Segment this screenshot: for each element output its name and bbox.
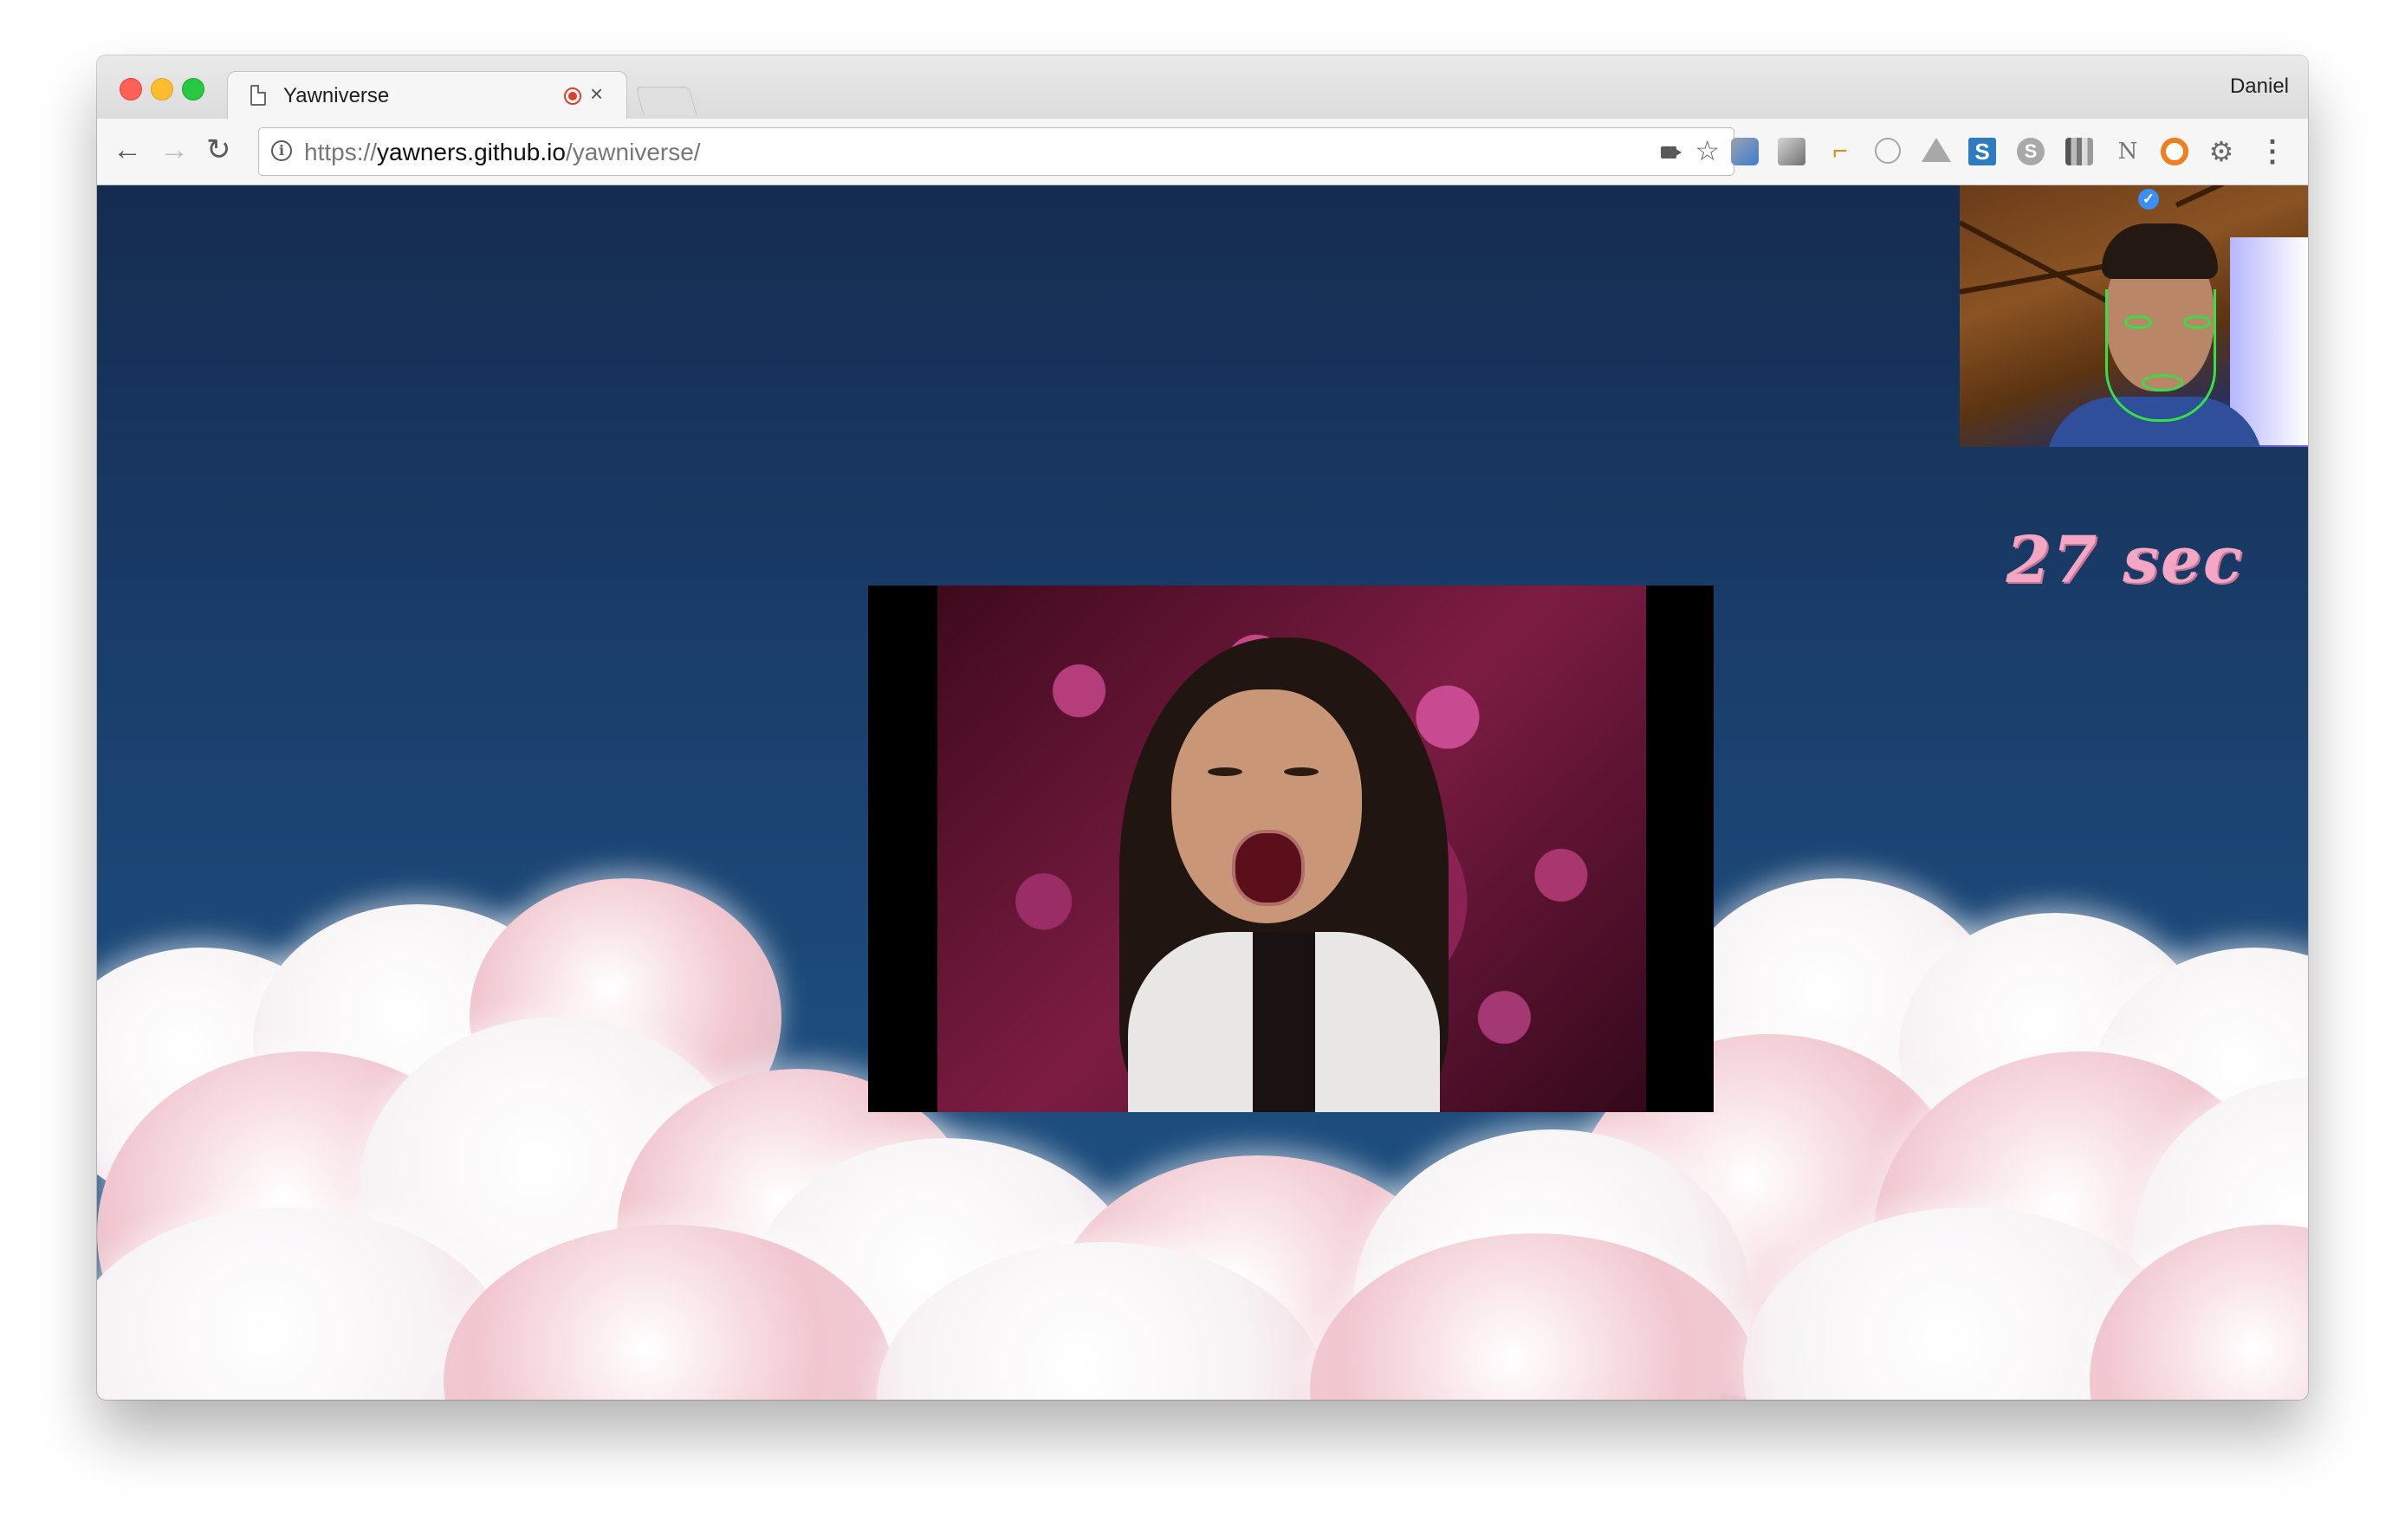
close-tab-icon[interactable]: × [590, 81, 603, 107]
yawn-gif [868, 586, 1714, 1112]
webcam-feed: ✓ [1960, 185, 2308, 447]
url-protocol: https:// [304, 139, 378, 165]
url-text[interactable]: https://yawners.github.io/yawniverse/ [304, 139, 701, 166]
address-bar[interactable]: i https://yawners.github.io/yawniverse/ … [258, 127, 1734, 176]
url-path: /yawniverse/ [565, 139, 701, 165]
back-icon[interactable]: ← [113, 133, 142, 167]
skype-extension-icon[interactable]: S [2017, 138, 2045, 165]
gif-person-eye [1284, 767, 1319, 776]
tab-yawniverse[interactable]: Yawniverse × [227, 71, 627, 120]
page-content: ✓ 27 sec [97, 185, 2308, 1400]
site-info-icon[interactable]: i [271, 140, 292, 161]
title-bar: Yawniverse × Daniel [97, 55, 2308, 120]
gear-extension-icon[interactable]: ⚙ [2207, 138, 2235, 165]
gradient-extension-icon[interactable] [1778, 138, 1805, 165]
lifebuoy-extension-icon[interactable] [2161, 138, 2188, 165]
barcode-extension-icon[interactable] [2065, 138, 2093, 165]
close-window-button[interactable] [120, 78, 142, 100]
recording-icon [564, 87, 581, 105]
eyedropper-extension-icon[interactable] [1731, 138, 1759, 165]
page-icon [250, 85, 266, 106]
url-host: yawners.github.io [377, 139, 566, 165]
profile-name[interactable]: Daniel [2230, 74, 2289, 99]
face-detected-check-icon: ✓ [2138, 189, 2159, 210]
minimize-window-button[interactable] [151, 78, 173, 100]
ruler-extension-icon[interactable]: ⌐ [1826, 138, 1854, 165]
drive-extension-icon[interactable] [1922, 138, 1951, 162]
window-light [2230, 237, 2308, 445]
menu-icon[interactable]: ⋮ [2258, 134, 2287, 169]
forward-icon[interactable]: → [159, 133, 189, 167]
zoom-window-button[interactable] [182, 78, 204, 100]
gif-person-shirt [1128, 932, 1440, 1112]
camera-in-use-icon[interactable] [1661, 146, 1676, 159]
yawn-timer: 27 sec [2006, 523, 2244, 598]
ceiling-beam [2175, 185, 2308, 208]
new-tab-button[interactable] [635, 87, 697, 115]
circle-extension-icon[interactable] [1875, 138, 1901, 164]
tab-title: Yawniverse [283, 84, 390, 107]
face-tracking-eye [2183, 315, 2211, 329]
s-extension-icon[interactable]: S [1968, 138, 1996, 165]
browser-window: Yawniverse × Daniel ← → ↻ i https://yawn… [97, 55, 2308, 1400]
notion-extension-icon[interactable]: N [2114, 138, 2142, 165]
face-tracking-eye [2124, 315, 2152, 329]
face-tracking-mouth [2142, 374, 2183, 391]
bookmark-star-icon[interactable]: ☆ [1695, 134, 1720, 167]
gif-person-mouth [1232, 830, 1305, 906]
face-tracking-outline [2105, 289, 2216, 422]
toolbar: ← → ↻ i https://yawners.github.io/yawniv… [97, 119, 2308, 185]
reload-icon[interactable]: ↻ [206, 133, 231, 167]
gif-person-eye [1208, 767, 1242, 776]
person-hair [2102, 223, 2218, 279]
